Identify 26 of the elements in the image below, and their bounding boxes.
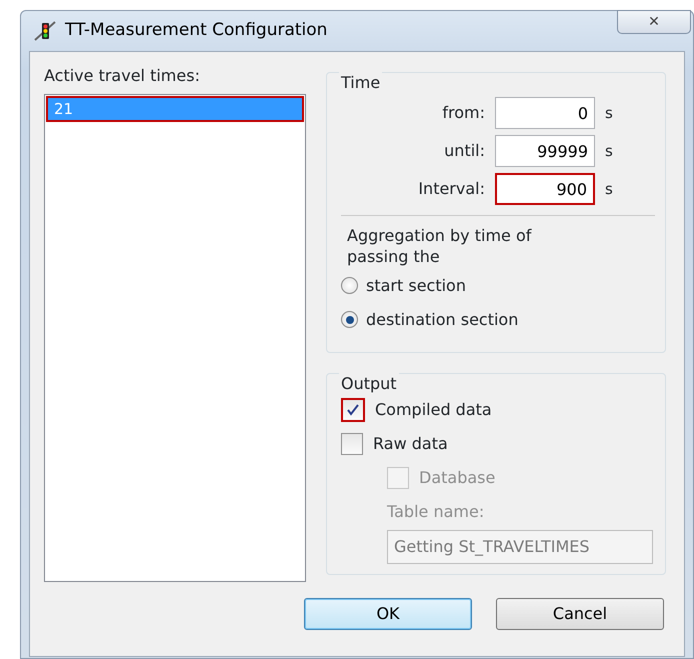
window-title: TT-Measurement Configuration xyxy=(65,19,328,42)
checkbox[interactable] xyxy=(341,432,363,455)
field-label: until: xyxy=(444,140,485,162)
ok-button[interactable]: OK xyxy=(304,598,472,630)
radio-button[interactable] xyxy=(341,311,358,328)
field-label: Interval: xyxy=(418,178,485,200)
checkbox-label: Compiled data xyxy=(375,398,492,421)
table-name-label: Table name: xyxy=(387,500,486,523)
list-label: Active travel times: xyxy=(44,65,201,87)
radio-label: start section xyxy=(366,274,466,297)
input-field[interactable]: 0 xyxy=(495,97,595,129)
unit-label: s xyxy=(605,178,614,200)
radio-label: destination section xyxy=(366,308,518,331)
radio-button[interactable] xyxy=(341,277,358,294)
checkbox-label: Database xyxy=(419,466,496,489)
input-field[interactable]: 900 xyxy=(495,173,595,205)
checkbox[interactable] xyxy=(341,398,365,422)
input-field[interactable]: 99999 xyxy=(495,135,595,167)
field-label: from: xyxy=(442,102,485,124)
checkmark-icon xyxy=(346,402,360,417)
checkbox-label: Raw data xyxy=(373,432,448,455)
close-button[interactable]: ✕ xyxy=(617,10,691,34)
unit-label: s xyxy=(605,140,614,162)
aggregation-label: Aggregation by time of passing the xyxy=(347,226,533,268)
cancel-button[interactable]: Cancel xyxy=(496,598,664,630)
unit-label: s xyxy=(605,102,614,124)
